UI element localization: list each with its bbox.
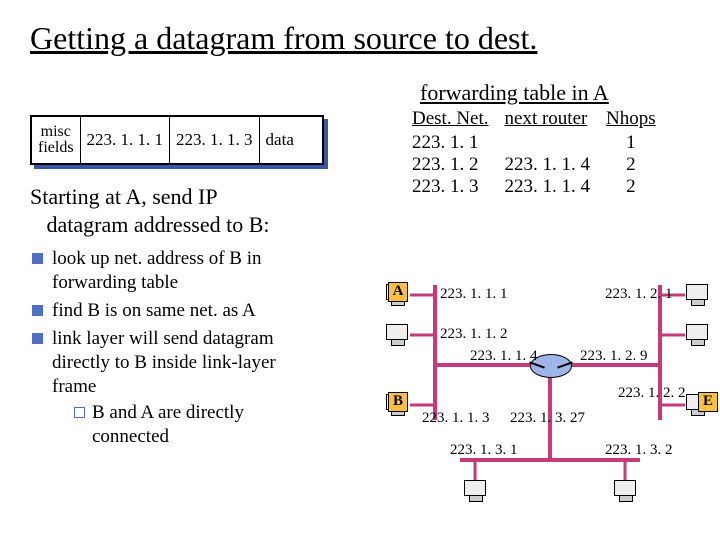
ft-header-row: Dest. Net. next router Nhops: [404, 108, 664, 132]
ip-i: 223. 1. 3. 1: [450, 442, 518, 459]
packet-dst-ip: 223. 1. 1. 3: [170, 117, 260, 163]
ft-r1-nr: 223. 1. 1. 4: [497, 154, 599, 176]
ft-r0-net: 223. 1. 1: [404, 132, 497, 154]
ft-row-0: 223. 1. 1 1: [404, 132, 664, 154]
ft-h0: Dest. Net.: [404, 108, 497, 132]
ft-r0-nr: [497, 132, 599, 154]
ft-r1-net: 223. 1. 2: [404, 154, 497, 176]
bullet-0-l2: forwarding table: [52, 272, 178, 293]
ft-row-2: 223. 1. 3 223. 1. 1. 4 2: [404, 176, 664, 198]
ip-j: 223. 1. 3. 2: [605, 442, 673, 459]
ft-r1-nh: 2: [598, 154, 664, 176]
ip-g: 223. 1. 2. 2: [618, 385, 686, 402]
packet-misc-l2: fields: [38, 140, 74, 156]
host-right-1-icon: [686, 284, 712, 310]
bullet-1: find B is on same net. as A: [30, 299, 380, 323]
slide-title: Getting a datagram from source to dest.: [30, 20, 537, 57]
bullet-2-l3: frame: [52, 376, 96, 397]
ft-h1: next router: [497, 108, 599, 132]
ip-c: 223. 1. 1. 3: [422, 410, 490, 427]
bullet-0-l1: look up net. address of B in: [52, 248, 262, 269]
forwarding-table: Dest. Net. next router Nhops 223. 1. 1 1…: [404, 108, 664, 198]
intro-l1: Starting at A, send IP: [30, 184, 218, 209]
network-links: [380, 270, 720, 540]
right-column: forwarding table in A Dest. Net. next ro…: [400, 80, 710, 198]
ft-h2: Nhops: [598, 108, 664, 132]
sub-bullet-list: B and A are directly connected: [52, 401, 380, 449]
bullet-list: look up net. address of B in forwarding …: [30, 247, 380, 449]
host-right-2-icon: [686, 324, 712, 350]
ip-h: 223. 1. 3. 27: [510, 410, 585, 427]
sub-0-l2: connected: [92, 426, 169, 447]
packet-misc-l1: misc: [41, 124, 71, 140]
bullet-0: look up net. address of B in forwarding …: [30, 247, 380, 295]
host-left-2-icon: [386, 324, 412, 350]
host-bottom-2-icon: [614, 480, 640, 506]
ip-a: 223. 1. 1. 1: [440, 286, 508, 303]
ft-r2-nr: 223. 1. 1. 4: [497, 176, 599, 198]
bullet-2-l2: directly to B inside link-layer: [52, 352, 276, 373]
ip-b: 223. 1. 1. 2: [440, 326, 508, 343]
sub-bullet-0: B and A are directly connected: [52, 401, 380, 449]
packet-misc-fields: misc fields: [32, 117, 81, 163]
sub-0-l1: B and A are directly: [92, 402, 244, 423]
intro-l2: datagram addressed to B:: [47, 212, 270, 237]
ip-d: 223. 1. 1. 4: [470, 348, 538, 365]
ft-row-1: 223. 1. 2 223. 1. 1. 4 2: [404, 154, 664, 176]
ip-e: 223. 1. 2. 1: [605, 286, 673, 303]
tag-b: B: [388, 392, 408, 412]
left-column: misc fields 223. 1. 1. 1 223. 1. 1. 3 da…: [30, 115, 380, 453]
host-bottom-1-icon: [464, 480, 490, 506]
forwarding-table-title: forwarding table in A: [420, 80, 710, 106]
packet-src-ip: 223. 1. 1. 1: [81, 117, 171, 163]
intro-text: Starting at A, send IP datagram addresse…: [30, 183, 380, 239]
tag-e: E: [698, 392, 718, 412]
packet-data: data: [260, 117, 300, 163]
ft-r2-net: 223. 1. 3: [404, 176, 497, 198]
bullet-2-l1: link layer will send datagram: [52, 328, 274, 349]
ft-r0-nh: 1: [598, 132, 664, 154]
ft-r2-nh: 2: [598, 176, 664, 198]
tag-a: A: [388, 282, 408, 302]
bullet-2: link layer will send datagram directly t…: [30, 327, 380, 449]
network-diagram: A B E 223. 1. 1. 1 223. 1. 1. 2 223. 1. …: [380, 270, 720, 540]
ip-packet-diagram: misc fields 223. 1. 1. 1 223. 1. 1. 3 da…: [30, 115, 324, 165]
ip-f: 223. 1. 2. 9: [580, 348, 648, 365]
